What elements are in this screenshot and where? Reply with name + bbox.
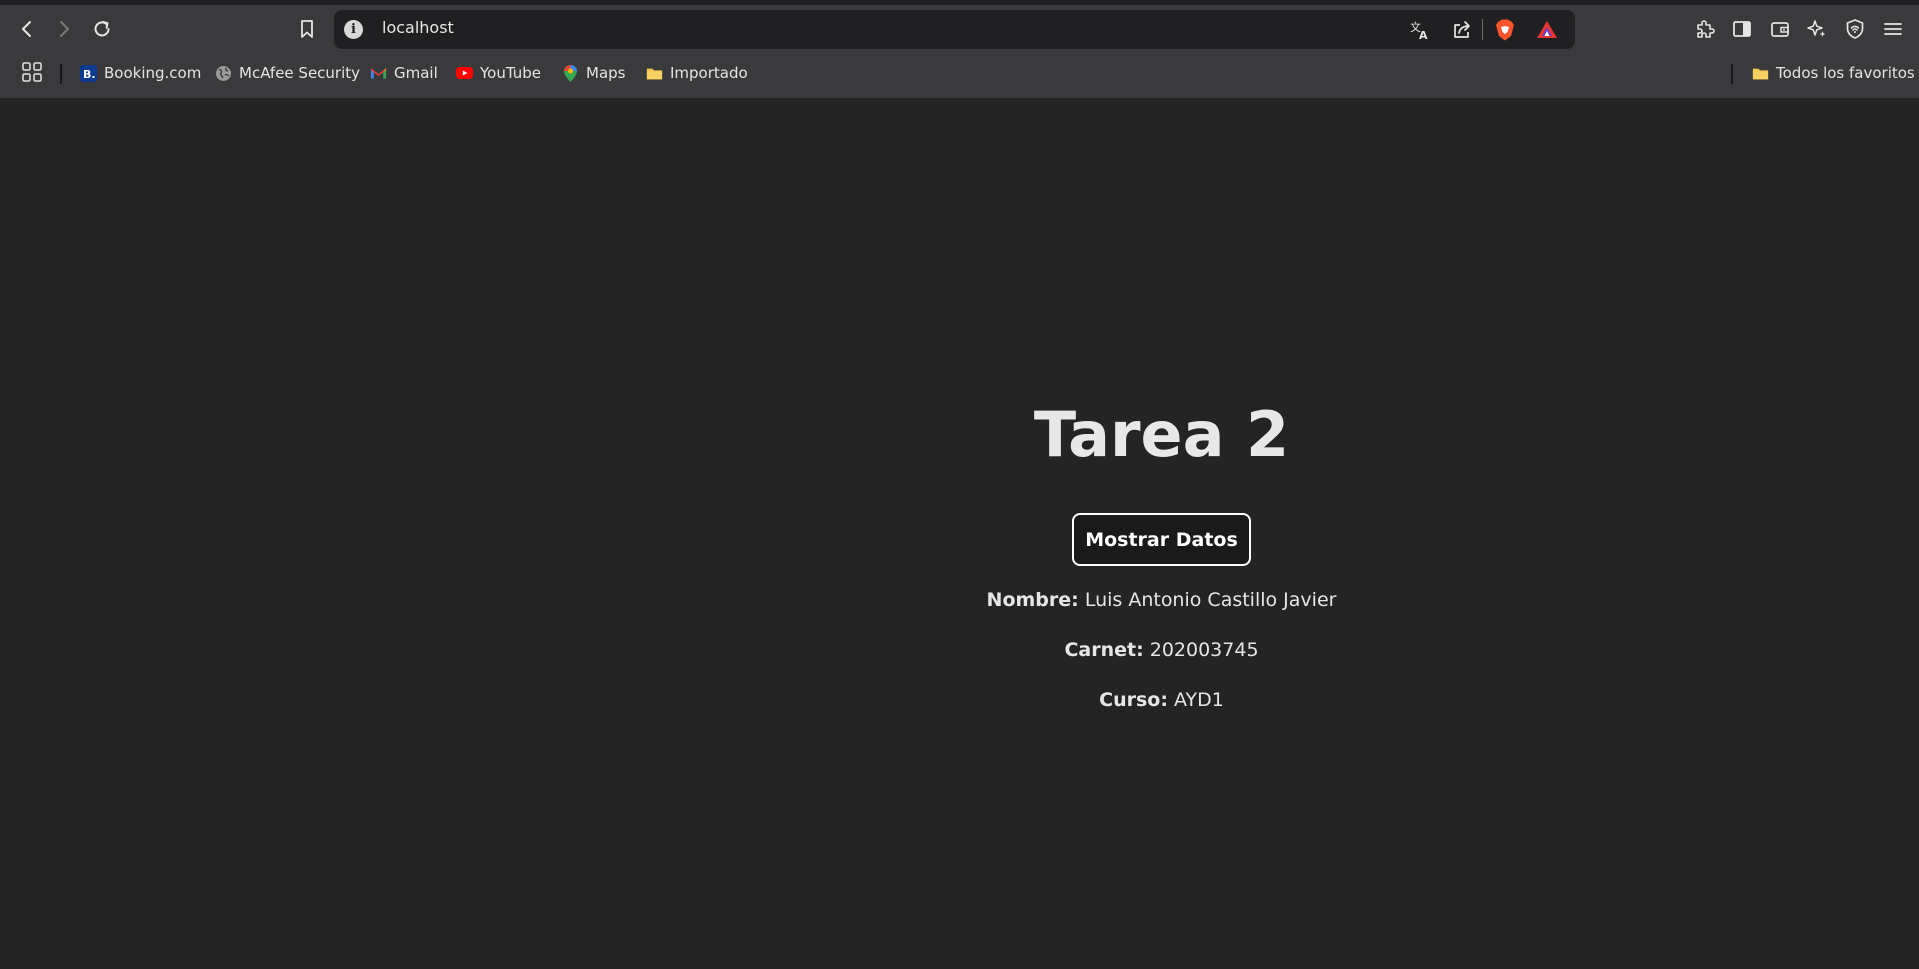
show-data-button[interactable]: Mostrar Datos — [1072, 513, 1251, 566]
field-value: Luis Antonio Castillo Javier — [1084, 589, 1337, 611]
bookmarks-separator — [60, 64, 62, 84]
info-course: Curso: AYD1 — [0, 689, 1919, 711]
info-name: Nombre: Luis Antonio Castillo Javier — [0, 589, 1919, 611]
info-carnet: Carnet: 202003745 — [0, 639, 1919, 661]
sidebar-button[interactable] — [1727, 14, 1757, 44]
menu-button[interactable] — [1878, 14, 1908, 44]
vpn-button[interactable] — [1840, 14, 1870, 44]
url-divider — [1482, 19, 1483, 40]
leo-ai-button[interactable] — [1802, 14, 1832, 44]
wallet-icon — [1771, 22, 1789, 37]
bookmark-label: Gmail — [394, 64, 438, 82]
field-label: Curso: — [1099, 689, 1168, 711]
bookmark-label: Importado — [670, 64, 748, 82]
bookmark-gmail[interactable]: Gmail — [370, 61, 438, 85]
back-arrow-icon — [22, 21, 31, 37]
forward-arrow-icon — [60, 21, 69, 37]
field-value: AYD1 — [1174, 689, 1224, 711]
maps-pin-icon — [562, 64, 579, 82]
page-title: Tarea 2 — [1033, 398, 1290, 471]
window-top-edge — [0, 0, 1919, 5]
share-icon[interactable] — [1450, 18, 1474, 42]
address-bar[interactable]: i localhost 文A — [334, 10, 1575, 49]
folder-icon — [646, 65, 663, 82]
url-text[interactable]: localhost — [382, 18, 454, 37]
field-label: Nombre: — [986, 589, 1079, 611]
svg-text:A: A — [1419, 29, 1428, 41]
back-button[interactable] — [12, 14, 42, 44]
bookmark-label: YouTube — [480, 64, 541, 82]
bookmark-label: Maps — [586, 64, 626, 82]
puzzle-icon — [1697, 20, 1715, 38]
svg-text:B.: B. — [83, 68, 96, 81]
site-info-icon[interactable]: i — [344, 20, 363, 39]
brave-shields-icon[interactable] — [1493, 18, 1517, 42]
extensions-button[interactable] — [1689, 14, 1719, 44]
reload-icon — [94, 21, 110, 37]
vpn-shield-icon — [1846, 19, 1864, 39]
browser-chrome: i localhost 文A B. Booking.com McAfee Sec… — [0, 0, 1919, 98]
globe-icon — [215, 65, 232, 82]
booking-icon: B. — [80, 64, 97, 82]
sidebar-icon — [1733, 21, 1751, 37]
folder-icon — [1752, 65, 1769, 82]
bookmarks-bar: B. Booking.com McAfee Security Gmail You… — [0, 58, 1919, 88]
apps-grid-icon — [22, 62, 42, 82]
bookmark-mcafee[interactable]: McAfee Security — [215, 61, 360, 85]
bookmark-folder-importado[interactable]: Importado — [646, 61, 748, 85]
gmail-icon — [370, 65, 387, 82]
all-bookmarks-label: Todos los favoritos — [1776, 64, 1915, 82]
brave-rewards-icon[interactable] — [1535, 18, 1559, 42]
bookmark-page-button[interactable] — [292, 14, 322, 44]
field-label: Carnet: — [1064, 639, 1144, 661]
wallet-button[interactable] — [1765, 14, 1795, 44]
bookmark-label: Booking.com — [104, 64, 202, 82]
reload-button[interactable] — [87, 14, 117, 44]
bookmark-label: McAfee Security — [239, 64, 361, 82]
bookmark-youtube[interactable]: YouTube — [456, 61, 541, 85]
bookmark-booking[interactable]: B. Booking.com — [80, 61, 201, 85]
bookmark-maps[interactable]: Maps — [562, 61, 625, 85]
all-bookmarks-folder[interactable]: Todos los favoritos — [1752, 61, 1915, 85]
youtube-icon — [456, 65, 473, 82]
hamburger-menu-icon — [1884, 23, 1902, 35]
translate-icon[interactable]: 文A — [1408, 18, 1432, 42]
bookmark-icon — [301, 20, 313, 38]
sparkle-icon — [1807, 20, 1826, 37]
page-content: Tarea 2 Mostrar Datos Nombre: Luis Anton… — [0, 98, 1919, 969]
bookmarks-separator-right — [1731, 64, 1733, 84]
field-value: 202003745 — [1149, 639, 1259, 661]
forward-button[interactable] — [49, 14, 79, 44]
apps-grid-button[interactable] — [17, 57, 47, 87]
